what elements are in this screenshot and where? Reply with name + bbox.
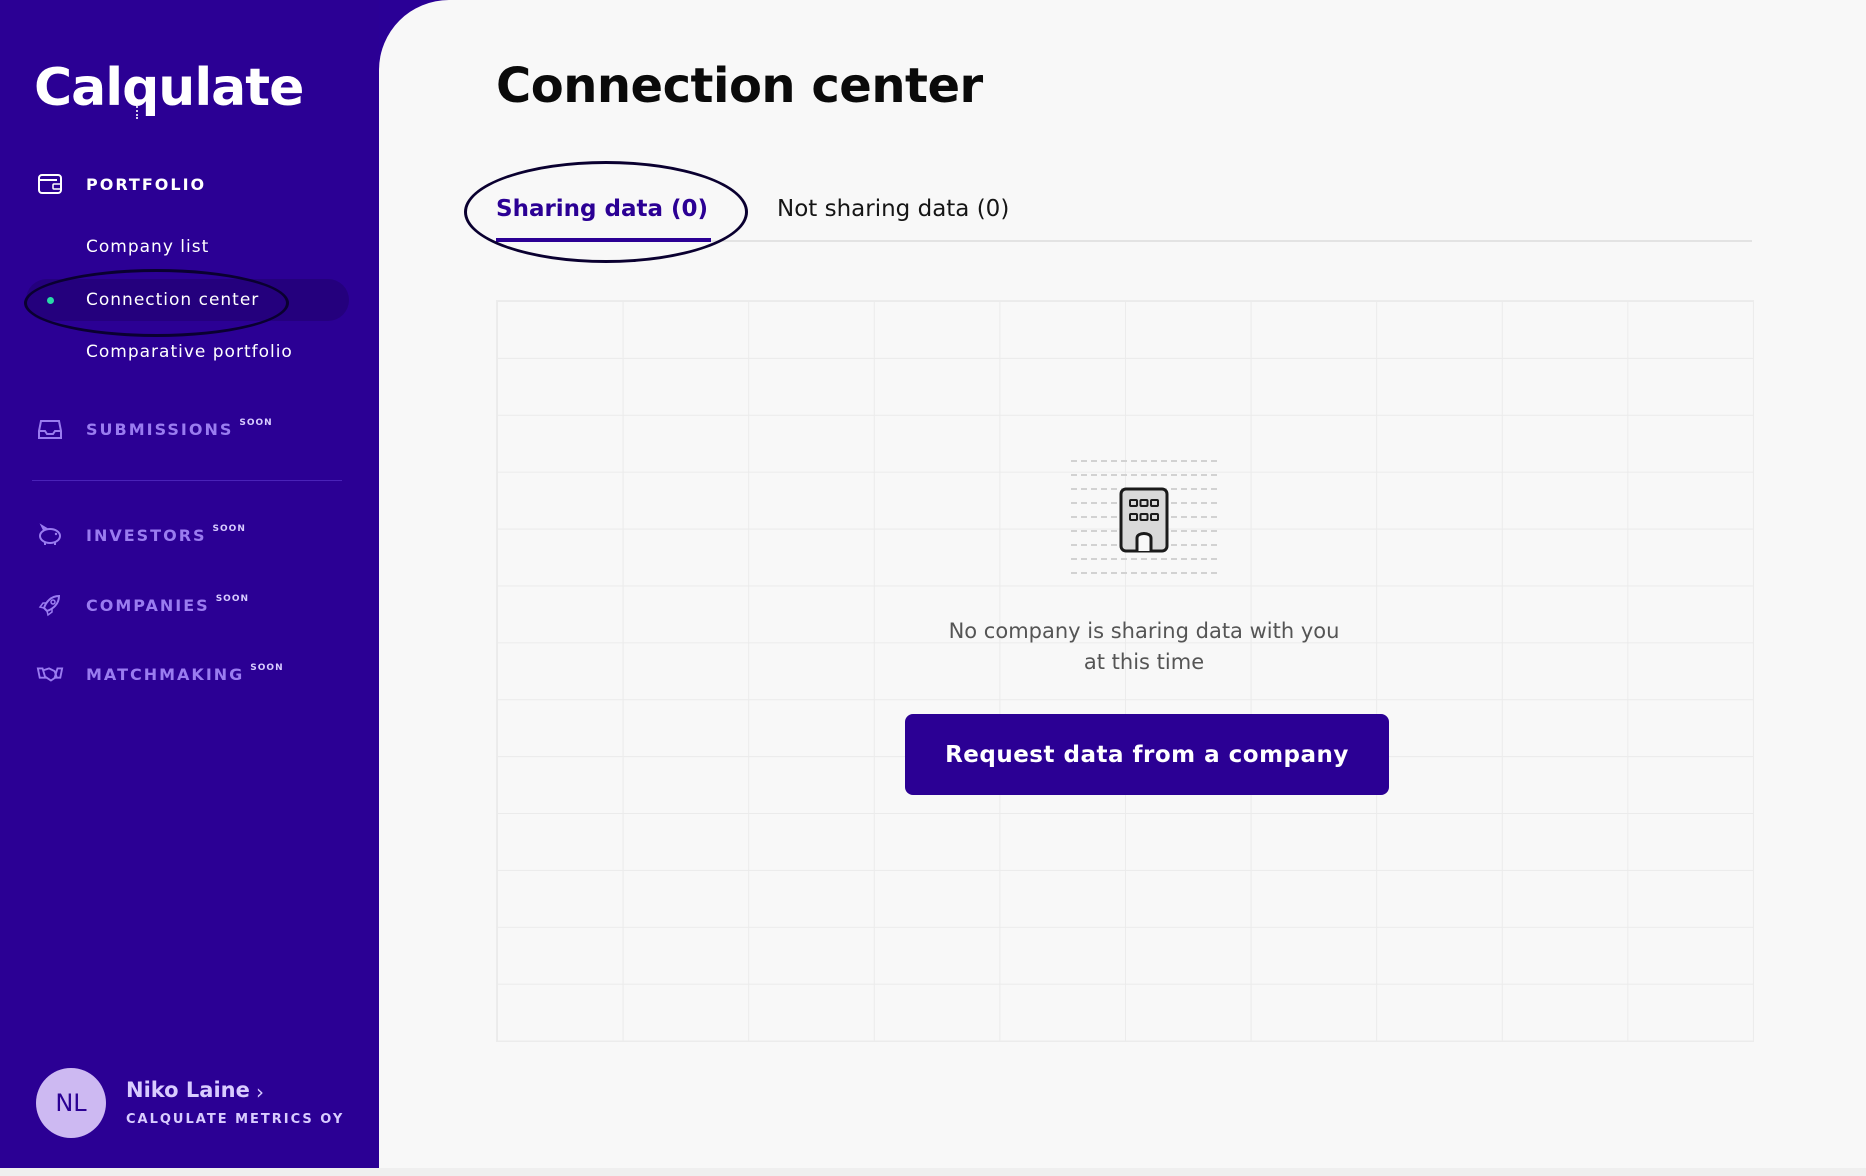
tab-sharing-data[interactable]: Sharing data (0) — [496, 196, 708, 222]
nav-portfolio-label: PORTFOLIO — [86, 174, 207, 194]
user-company: CALQULATE METRICS OY — [126, 1112, 345, 1127]
empty-state-message-line1: No company is sharing data with you — [948, 619, 1340, 643]
nav-matchmaking-label: MATCHMAKING — [86, 664, 245, 684]
sidebar-item-comparative-portfolio[interactable]: Comparative portfolio — [86, 342, 293, 362]
nav-companies[interactable]: COMPANIES SOON — [0, 585, 379, 625]
user-name: Niko Laine — [126, 1078, 250, 1102]
rocket-icon — [36, 591, 64, 619]
user-profile[interactable]: NL Niko Laine › CALQULATE METRICS OY — [36, 1068, 356, 1140]
inbox-icon — [36, 415, 64, 443]
active-tab-underline — [496, 238, 711, 242]
chevron-right-icon: › — [256, 1080, 264, 1104]
soon-badge: SOON — [239, 417, 273, 428]
sidebar-item-connection-center[interactable]: Connection center — [86, 290, 259, 310]
logo-mark — [136, 103, 148, 119]
nav-companies-label: COMPANIES — [86, 595, 210, 615]
active-indicator-dot — [47, 297, 54, 304]
tab-not-sharing-data[interactable]: Not sharing data (0) — [777, 196, 1009, 222]
wallet-icon — [36, 170, 64, 198]
empty-state-illustration — [1071, 460, 1217, 580]
sidebar-item-company-list[interactable]: Company list — [86, 237, 209, 257]
empty-state-message: No company is sharing data with you at t… — [879, 616, 1409, 678]
nav-investors[interactable]: INVESTORS SOON — [0, 515, 379, 555]
request-data-button[interactable]: Request data from a company — [905, 714, 1389, 795]
nav-portfolio[interactable]: PORTFOLIO — [0, 164, 379, 204]
sidebar-divider — [32, 480, 342, 481]
page-title: Connection center — [496, 58, 983, 114]
main-content: Connection center Sharing data (0) Not s… — [379, 0, 1866, 1168]
tab-bar: Sharing data (0) Not sharing data (0) — [496, 188, 1752, 242]
brand-logo[interactable]: Calqulate — [34, 58, 304, 118]
sidebar: Calqulate PORTFOLIO Company list Connect… — [0, 0, 379, 1168]
nav-investors-label: INVESTORS — [86, 525, 207, 545]
empty-state-message-line2: at this time — [1083, 650, 1205, 674]
nav-submissions-label: SUBMISSIONS — [86, 419, 234, 439]
building-icon — [1119, 487, 1169, 553]
bottom-strip — [0, 1168, 1866, 1176]
nav-matchmaking[interactable]: MATCHMAKING SOON — [0, 654, 379, 694]
handshake-icon — [36, 660, 64, 688]
nav-submissions[interactable]: SUBMISSIONS SOON — [0, 409, 379, 449]
avatar: NL — [36, 1068, 106, 1138]
soon-badge: SOON — [250, 662, 284, 673]
piggy-bank-icon — [36, 521, 64, 549]
soon-badge: SOON — [212, 523, 246, 534]
soon-badge: SOON — [215, 593, 250, 604]
